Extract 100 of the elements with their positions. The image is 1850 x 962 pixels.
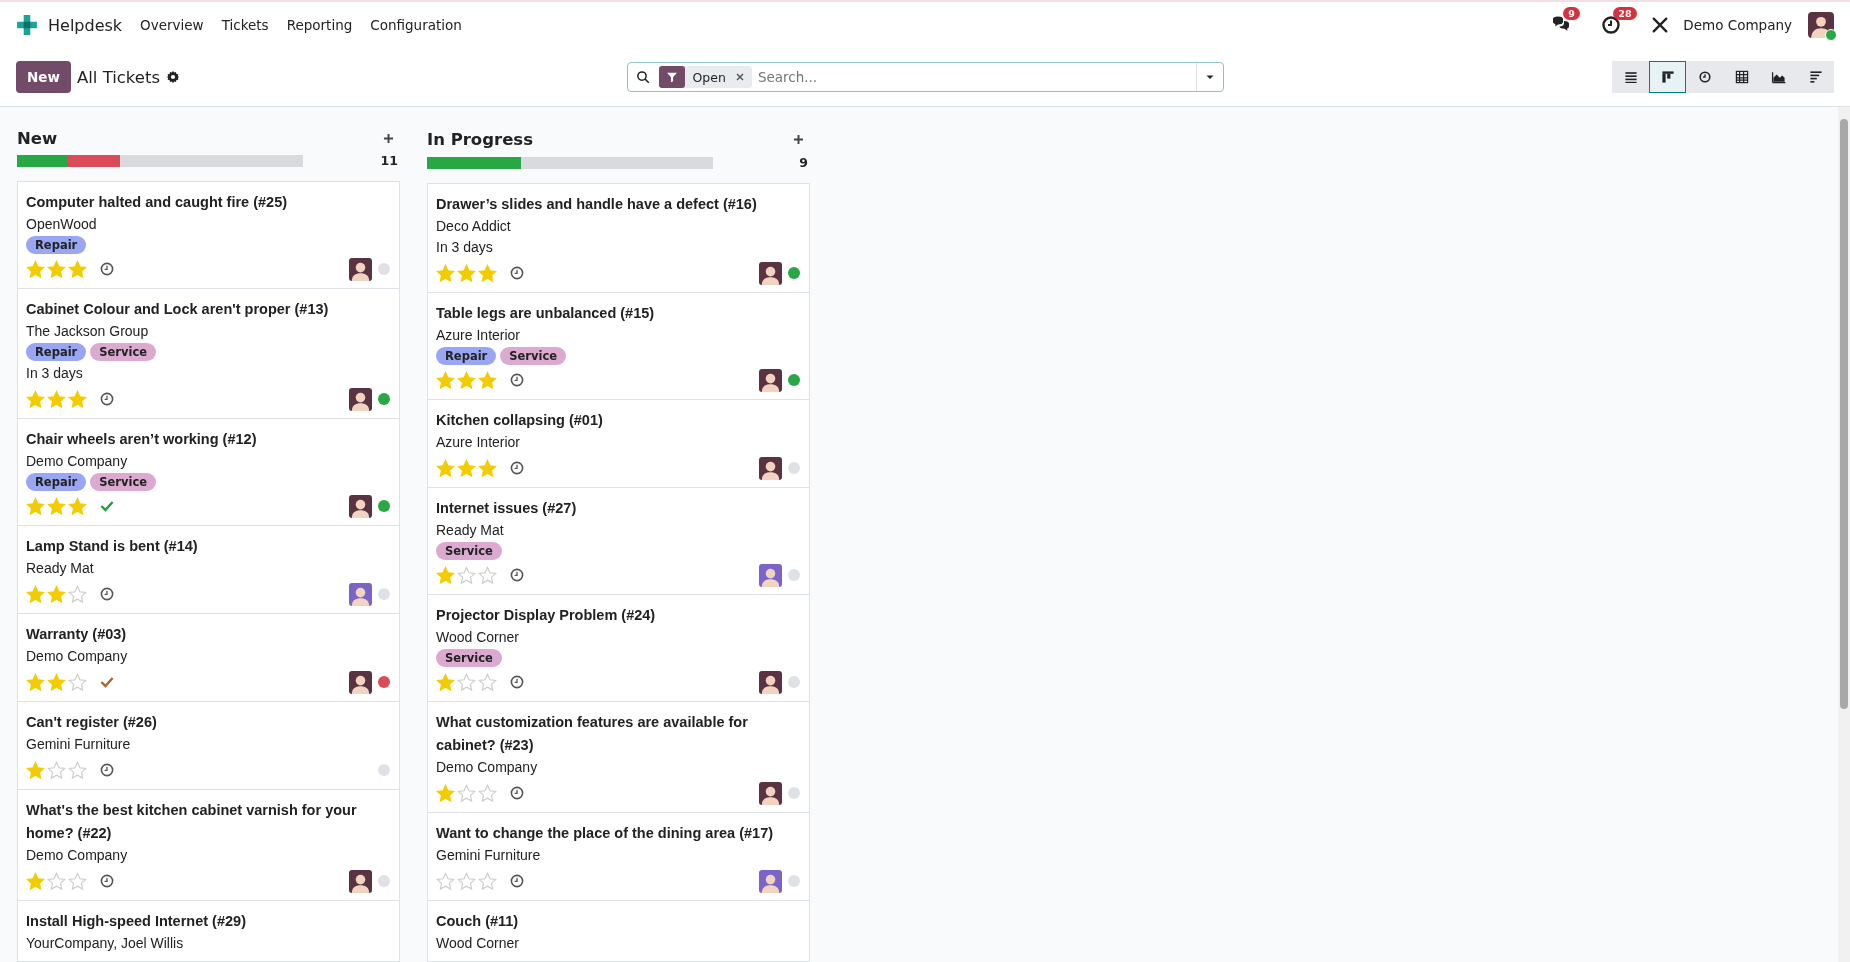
star-icon[interactable] xyxy=(47,259,66,279)
star-icon[interactable] xyxy=(68,259,87,279)
star-icon[interactable] xyxy=(47,389,66,409)
clock-icon[interactable] xyxy=(99,391,115,407)
assignee-avatar[interactable] xyxy=(759,563,782,587)
empty-star-icon[interactable] xyxy=(478,672,497,692)
status-dot[interactable] xyxy=(378,875,390,887)
empty-star-icon[interactable] xyxy=(436,871,455,891)
list-icon[interactable] xyxy=(1622,69,1639,85)
table-grid-icon[interactable] xyxy=(1733,69,1750,85)
star-icon[interactable] xyxy=(68,496,87,516)
empty-star-icon[interactable] xyxy=(68,672,87,692)
menu-item[interactable]: Configuration xyxy=(370,17,462,33)
star-icon[interactable] xyxy=(436,672,455,692)
gear-icon[interactable] xyxy=(166,70,181,84)
assignee-avatar[interactable] xyxy=(349,257,372,281)
star-icon[interactable] xyxy=(47,672,66,692)
assignee-avatar[interactable] xyxy=(349,869,372,893)
clock-icon[interactable] xyxy=(509,785,525,801)
clock-icon[interactable] xyxy=(1601,15,1622,35)
progress-bar[interactable] xyxy=(17,154,303,167)
star-icon[interactable] xyxy=(47,496,66,516)
star-icon[interactable] xyxy=(436,370,455,390)
empty-star-icon[interactable] xyxy=(47,871,66,891)
empty-star-icon[interactable] xyxy=(457,565,476,585)
assignee-avatar[interactable] xyxy=(759,261,782,285)
assignee-avatar[interactable] xyxy=(349,494,372,518)
empty-star-icon[interactable] xyxy=(478,565,497,585)
star-icon[interactable] xyxy=(26,871,45,891)
star-icon[interactable] xyxy=(436,783,455,803)
clock-icon[interactable] xyxy=(99,762,115,778)
status-dot[interactable] xyxy=(788,787,800,799)
assignee-avatar[interactable] xyxy=(759,781,782,805)
empty-star-icon[interactable] xyxy=(457,672,476,692)
status-dot[interactable] xyxy=(788,374,800,386)
empty-star-icon[interactable] xyxy=(478,783,497,803)
empty-star-icon[interactable] xyxy=(478,871,497,891)
clock-icon[interactable] xyxy=(509,567,525,583)
gantt-view-button[interactable] xyxy=(1797,61,1834,93)
clock-icon[interactable] xyxy=(99,261,115,277)
add-icon[interactable] xyxy=(792,132,805,146)
status-dot[interactable] xyxy=(378,676,390,688)
app-name[interactable]: Helpdesk xyxy=(48,15,123,35)
status-dot[interactable] xyxy=(378,393,390,405)
star-icon[interactable] xyxy=(47,584,66,604)
status-dot[interactable] xyxy=(788,676,800,688)
empty-star-icon[interactable] xyxy=(68,871,87,891)
star-icon[interactable] xyxy=(26,389,45,409)
clock-icon[interactable] xyxy=(509,265,525,281)
progress-bar[interactable] xyxy=(427,156,713,169)
star-icon[interactable] xyxy=(457,458,476,478)
kanban-view-button[interactable] xyxy=(1649,61,1686,93)
star-icon[interactable] xyxy=(68,389,87,409)
assignee-avatar[interactable] xyxy=(759,670,782,694)
list-view-button[interactable] xyxy=(1612,61,1649,93)
clock-icon[interactable] xyxy=(509,460,525,476)
star-icon[interactable] xyxy=(26,584,45,604)
status-dot[interactable] xyxy=(788,875,800,887)
clock-icon[interactable] xyxy=(99,586,115,602)
user-avatar[interactable] xyxy=(1808,12,1834,38)
menu-item[interactable]: Reporting xyxy=(286,17,353,33)
activity-view-button[interactable] xyxy=(1686,61,1723,93)
app-logo-icon[interactable] xyxy=(16,14,38,36)
clock-icon[interactable] xyxy=(509,873,525,889)
empty-star-icon[interactable] xyxy=(457,783,476,803)
status-dot[interactable] xyxy=(378,263,390,275)
checkmark-icon[interactable] xyxy=(99,498,115,514)
assignee-avatar[interactable] xyxy=(349,387,372,411)
kanban-icon[interactable] xyxy=(1659,69,1676,85)
star-icon[interactable] xyxy=(26,760,45,780)
clock-icon[interactable] xyxy=(1696,69,1713,85)
add-icon[interactable] xyxy=(382,131,395,145)
empty-star-icon[interactable] xyxy=(47,760,66,780)
assignee-avatar[interactable] xyxy=(349,582,372,606)
star-icon[interactable] xyxy=(478,263,497,283)
menu-item[interactable]: Tickets xyxy=(221,17,269,33)
star-icon[interactable] xyxy=(436,565,455,585)
status-dot[interactable] xyxy=(378,764,390,776)
search-bar[interactable]: Open Search... xyxy=(626,62,1224,92)
menu-item[interactable]: Overview xyxy=(140,17,204,33)
assignee-avatar[interactable] xyxy=(349,670,372,694)
status-dot[interactable] xyxy=(788,462,800,474)
clock-icon[interactable] xyxy=(509,674,525,690)
star-icon[interactable] xyxy=(478,458,497,478)
star-icon[interactable] xyxy=(478,370,497,390)
clock-icon[interactable] xyxy=(509,372,525,388)
empty-star-icon[interactable] xyxy=(457,871,476,891)
assignee-avatar[interactable] xyxy=(759,368,782,392)
star-icon[interactable] xyxy=(457,263,476,283)
new-button[interactable]: New xyxy=(16,61,71,93)
status-dot[interactable] xyxy=(788,569,800,581)
assignee-avatar[interactable] xyxy=(759,456,782,480)
star-icon[interactable] xyxy=(436,263,455,283)
empty-star-icon[interactable] xyxy=(68,760,87,780)
status-dot[interactable] xyxy=(788,267,800,279)
checkmark-icon[interactable] xyxy=(99,674,115,690)
star-icon[interactable] xyxy=(26,259,45,279)
star-icon[interactable] xyxy=(457,370,476,390)
area-chart-icon[interactable] xyxy=(1770,69,1787,85)
star-icon[interactable] xyxy=(26,672,45,692)
